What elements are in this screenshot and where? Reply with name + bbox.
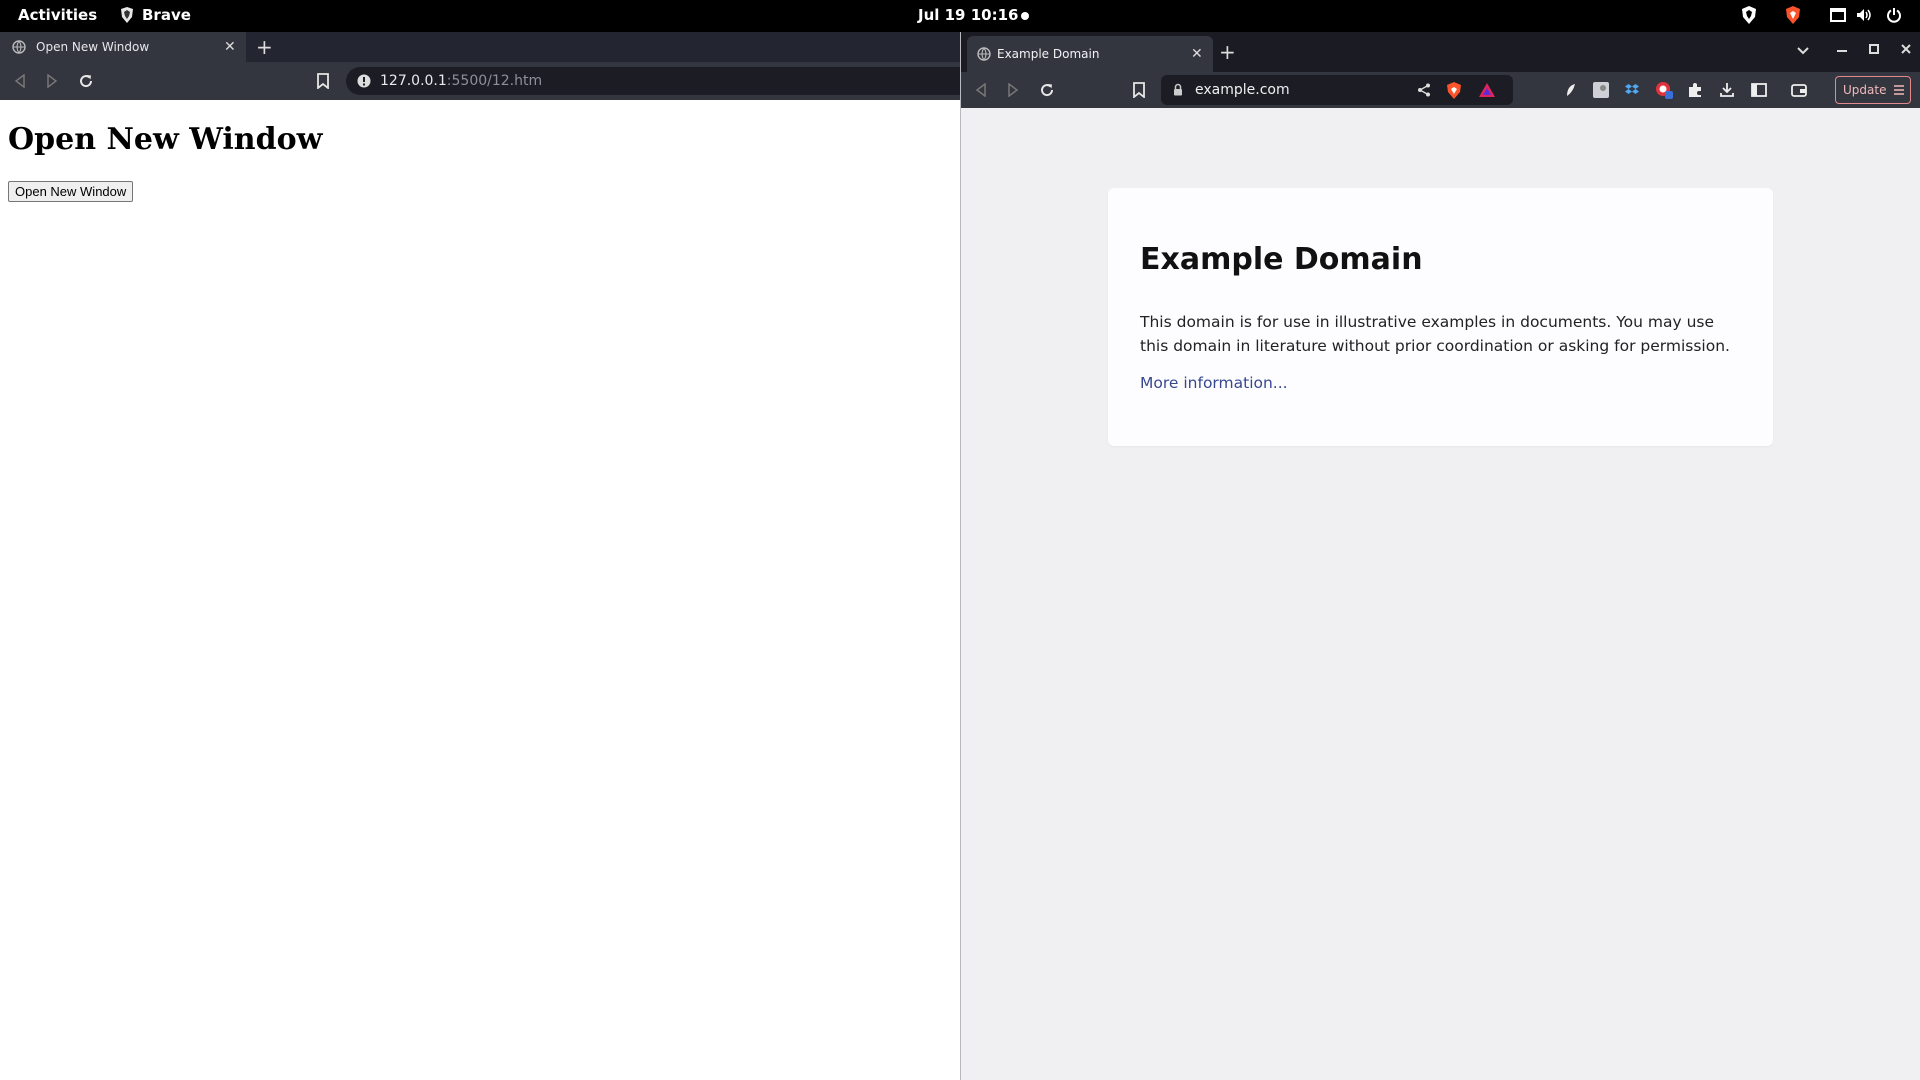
- bookmark-icon[interactable]: [1133, 82, 1145, 98]
- extension-dropbox-icon[interactable]: [1625, 83, 1639, 97]
- page-content: Open New Window Open New Window: [0, 100, 960, 1080]
- sidebar-icon[interactable]: [1751, 83, 1767, 97]
- app-menu[interactable]: Brave: [120, 6, 191, 24]
- url-host: 127.0.0.1: [380, 73, 447, 89]
- back-icon[interactable]: [14, 74, 26, 88]
- globe-icon: [12, 40, 26, 54]
- extension-image-icon[interactable]: [1593, 82, 1609, 98]
- right-browser-window: Example Domain ✕ + example.com Update Ex…: [960, 32, 1920, 1080]
- page-content: Example Domain This domain is for use in…: [961, 108, 1920, 1080]
- url-text: example.com: [1195, 82, 1290, 98]
- reload-icon[interactable]: [1039, 82, 1055, 98]
- brave-tray-icon[interactable]: [1786, 6, 1800, 24]
- minimize-icon[interactable]: [1837, 50, 1847, 52]
- content-card: Example Domain This domain is for use in…: [1108, 188, 1773, 446]
- address-bar[interactable]: 127.0.0.1:5500/12.htm: [346, 67, 960, 95]
- brave-shield-tray-icon[interactable]: [1742, 6, 1756, 24]
- brave-app-icon: [121, 7, 133, 23]
- close-window-icon[interactable]: [1901, 44, 1911, 54]
- tab-title: Example Domain: [997, 47, 1100, 61]
- reload-icon[interactable]: [78, 73, 94, 89]
- extensions-puzzle-icon[interactable]: [1687, 82, 1703, 98]
- page-heading: Example Domain: [1140, 242, 1423, 277]
- page-paragraph: This domain is for use in illustrative e…: [1140, 313, 1730, 355]
- app-menu-label: Brave: [142, 6, 191, 24]
- maximize-icon[interactable]: [1869, 44, 1879, 54]
- close-tab-icon[interactable]: ✕: [1191, 46, 1203, 62]
- window-tray-icon[interactable]: [1830, 8, 1846, 22]
- info-icon[interactable]: [357, 74, 371, 88]
- url-text: 127.0.0.1:5500/12.htm: [380, 73, 542, 89]
- tab-title: Open New Window: [36, 40, 150, 54]
- more-information-link[interactable]: More information...: [1140, 374, 1288, 392]
- back-icon[interactable]: [975, 83, 987, 97]
- volume-icon[interactable]: [1856, 8, 1872, 22]
- update-button[interactable]: Update: [1835, 76, 1911, 104]
- menu-icon[interactable]: [1894, 84, 1904, 96]
- tab-strip: Example Domain ✕ +: [961, 32, 1920, 72]
- downloads-icon[interactable]: [1719, 82, 1735, 98]
- toolbar: example.com Update: [961, 72, 1920, 108]
- share-icon[interactable]: [1417, 83, 1431, 97]
- tab-search-chevron-icon[interactable]: [1797, 47, 1809, 55]
- lock-icon[interactable]: [1173, 83, 1183, 96]
- forward-icon[interactable]: [1007, 83, 1019, 97]
- notification-dot: [1021, 12, 1029, 20]
- system-top-bar: Activities Brave Jul 19 10:16: [0, 0, 1920, 32]
- power-icon[interactable]: [1886, 7, 1902, 23]
- new-tab-button[interactable]: +: [1219, 40, 1236, 64]
- close-tab-icon[interactable]: ✕: [224, 39, 236, 55]
- brave-shields-icon[interactable]: [1447, 82, 1461, 99]
- brave-rewards-icon[interactable]: [1479, 83, 1495, 97]
- globe-icon: [977, 47, 991, 61]
- extension-feather-icon[interactable]: [1565, 83, 1577, 97]
- forward-icon[interactable]: [46, 74, 58, 88]
- toolbar: 127.0.0.1:5500/12.htm: [0, 62, 960, 100]
- wallet-icon[interactable]: [1791, 83, 1807, 97]
- url-path: :5500/12.htm: [446, 73, 543, 89]
- update-label: Update: [1843, 83, 1887, 97]
- tab-strip: Open New Window ✕ +: [0, 32, 960, 62]
- activities-button[interactable]: Activities: [18, 6, 97, 24]
- tab-open-new-window[interactable]: Open New Window ✕: [0, 32, 246, 62]
- address-bar[interactable]: example.com: [1161, 75, 1513, 105]
- tab-example-domain[interactable]: Example Domain ✕: [967, 36, 1213, 72]
- new-tab-button[interactable]: +: [256, 35, 273, 59]
- left-browser-window: Open New Window ✕ + 127.0.0.1:5500/12.ht…: [0, 32, 960, 1080]
- extension-badge-icon[interactable]: [1655, 81, 1673, 99]
- page-heading: Open New Window: [8, 122, 323, 157]
- clock[interactable]: Jul 19 10:16: [918, 6, 1018, 24]
- bookmark-icon[interactable]: [317, 73, 329, 89]
- open-new-window-button[interactable]: Open New Window: [8, 181, 134, 202]
